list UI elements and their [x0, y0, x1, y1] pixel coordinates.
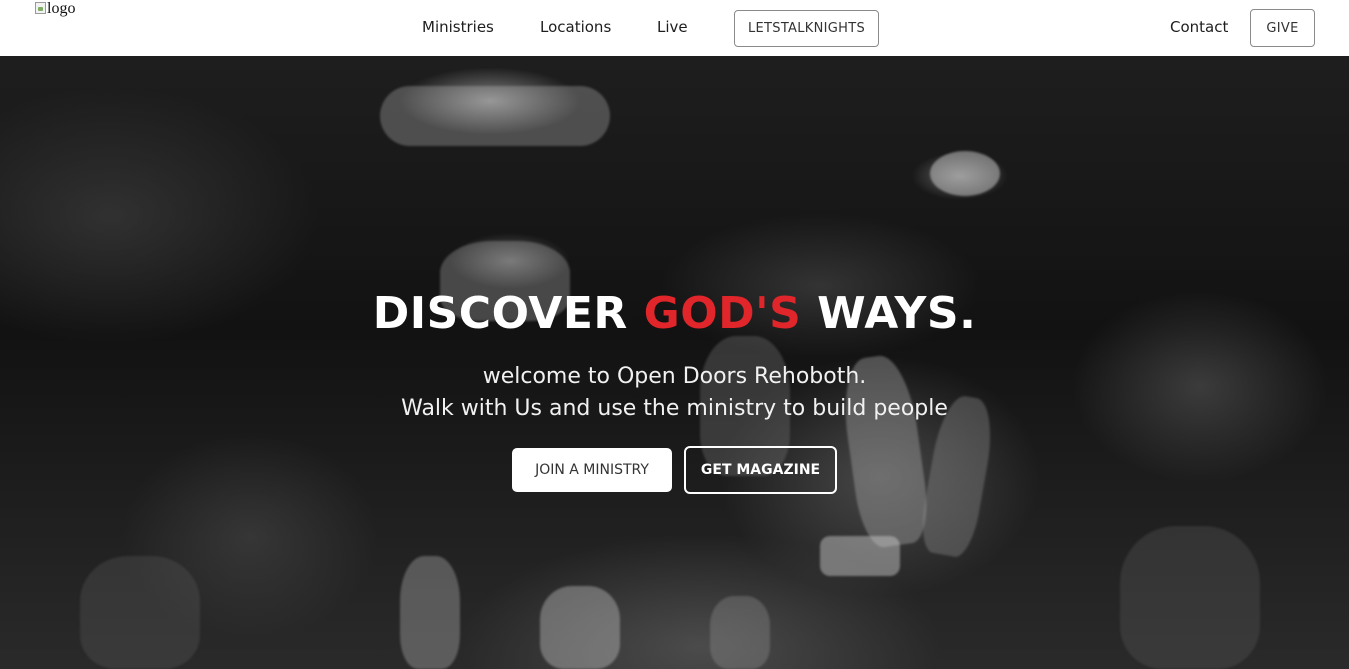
- top-navbar: logo Ministries Locations Live LETSTALKN…: [0, 0, 1349, 56]
- main-nav: Ministries Locations Live LETSTALKNIGHTS…: [0, 0, 1349, 56]
- nav-link-contact[interactable]: Contact: [1170, 18, 1228, 36]
- nav-link-locations[interactable]: Locations: [540, 18, 611, 36]
- give-button[interactable]: GIVE: [1250, 9, 1315, 47]
- hero-subtitle-line1: welcome to Open Doors Rehoboth.: [482, 364, 867, 389]
- hero-title-part2: WAYS.: [801, 288, 977, 339]
- nav-link-live[interactable]: Live: [657, 18, 688, 36]
- hero-title-part1: DISCOVER: [372, 288, 644, 339]
- hero-title: DISCOVER GOD'S WAYS.: [0, 288, 1349, 339]
- hero-subtitle-line2: Walk with Us and use the ministry to bui…: [401, 396, 948, 421]
- hero-section: DISCOVER GOD'S WAYS. welcome to Open Doo…: [0, 56, 1349, 669]
- get-magazine-button[interactable]: GET MAGAZINE: [684, 446, 837, 494]
- nav-link-ministries[interactable]: Ministries: [422, 18, 494, 36]
- letstalknights-button[interactable]: LETSTALKNIGHTS: [734, 10, 879, 47]
- hero-title-accent: GOD'S: [643, 288, 802, 339]
- hero-content: DISCOVER GOD'S WAYS. welcome to Open Doo…: [0, 56, 1349, 669]
- join-ministry-button[interactable]: JOIN A MINISTRY: [512, 448, 672, 492]
